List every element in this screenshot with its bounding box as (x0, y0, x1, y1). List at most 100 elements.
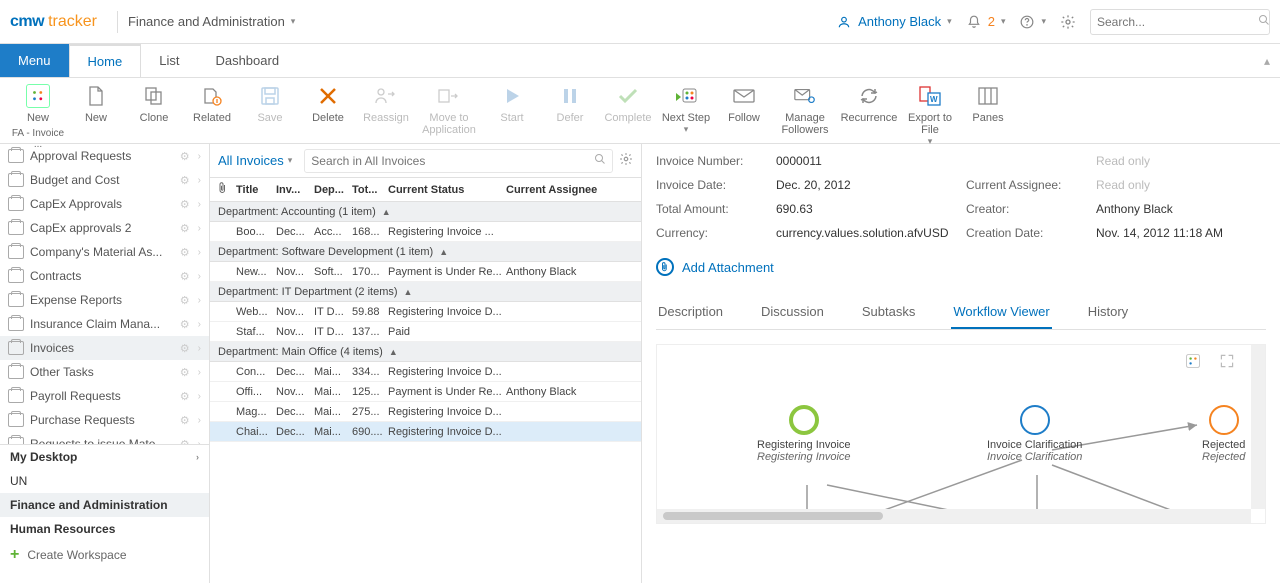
item-gear-icon[interactable]: ⚙ (180, 390, 190, 403)
list-row[interactable]: Staf...Nov...IT D...137...Paid (210, 322, 641, 342)
wf-node-rejected[interactable]: Rejected Rejected (1202, 405, 1245, 463)
panes-button[interactable]: Panes (960, 84, 1016, 124)
sidebar-item[interactable]: Expense Reports⚙› (0, 288, 209, 312)
workspace-un[interactable]: UN (0, 469, 209, 493)
wf-node-clarification[interactable]: Invoice Clarification Invoice Clarificat… (987, 405, 1082, 463)
tab-subtasks[interactable]: Subtasks (860, 296, 917, 329)
workflow-viewer[interactable]: Registering Invoice Registering Invoice … (656, 344, 1266, 524)
list-row[interactable]: New...Nov...Soft...170...Payment is Unde… (210, 262, 641, 282)
search-icon[interactable] (594, 153, 606, 168)
list-row[interactable]: Mag...Dec...Mai...275...Registering Invo… (210, 402, 641, 422)
next-step-button[interactable]: Next Step ▾ (658, 84, 714, 135)
tab-history[interactable]: History (1086, 296, 1130, 329)
expand-ribbon-icon[interactable]: ▴ (1254, 54, 1280, 68)
item-gear-icon[interactable]: ⚙ (180, 150, 190, 163)
complete-button[interactable]: Complete (600, 84, 656, 124)
search-icon[interactable] (1258, 14, 1270, 29)
list-row[interactable]: Web...Nov...IT D...59.88Registering Invo… (210, 302, 641, 322)
collapse-icon[interactable]: ▲ (404, 287, 413, 297)
col-dep[interactable]: Dep... (314, 184, 352, 196)
wf-app-icon[interactable] (1185, 353, 1201, 372)
attach-header-icon[interactable] (218, 182, 236, 197)
workspace-hr[interactable]: Human Resources (0, 517, 209, 541)
wf-scrollbar-h[interactable] (657, 509, 1251, 523)
item-gear-icon[interactable]: ⚙ (180, 222, 190, 235)
collapse-icon[interactable]: ▲ (439, 247, 448, 257)
item-gear-icon[interactable]: ⚙ (180, 198, 190, 211)
help-menu[interactable]: ▾ (1019, 14, 1046, 30)
wf-node-registering[interactable]: Registering Invoice Registering Invoice (757, 405, 851, 463)
new-button[interactable]: New (68, 84, 124, 124)
list-row[interactable]: Boo...Dec...Acc...168...Registering Invo… (210, 222, 641, 242)
list-row[interactable]: Chai...Dec...Mai...690....Registering In… (210, 422, 641, 442)
item-gear-icon[interactable]: ⚙ (180, 414, 190, 427)
sidebar-item[interactable]: Company's Material As...⚙› (0, 240, 209, 264)
tab-discussion[interactable]: Discussion (759, 296, 826, 329)
item-gear-icon[interactable]: ⚙ (180, 294, 190, 307)
new-fa-invoice-button[interactable]: New FA - Invoice ... (10, 84, 66, 150)
col-tot[interactable]: Tot... (352, 184, 388, 196)
col-title[interactable]: Title (236, 184, 276, 196)
move-to-app-button[interactable]: Move to Application (416, 84, 482, 136)
sidebar-item[interactable]: Budget and Cost⚙› (0, 168, 209, 192)
item-gear-icon[interactable]: ⚙ (180, 438, 190, 445)
workspace-finance[interactable]: Finance and Administration (0, 493, 209, 517)
sidebar-item[interactable]: Invoices⚙› (0, 336, 209, 360)
export-button[interactable]: W Export to File ▾ (902, 84, 958, 147)
sidebar-item[interactable]: Insurance Claim Mana...⚙› (0, 312, 209, 336)
item-gear-icon[interactable]: ⚙ (180, 366, 190, 379)
related-button[interactable]: Related (184, 84, 240, 124)
col-status[interactable]: Current Status (388, 184, 506, 196)
group-header[interactable]: Department: Main Office (4 items) ▲ (210, 342, 641, 362)
sidebar-item[interactable]: CapEx approvals 2⚙› (0, 216, 209, 240)
user-menu[interactable]: Anthony Black ▾ (836, 14, 952, 30)
col-inv[interactable]: Inv... (276, 184, 314, 196)
follow-button[interactable]: Follow (716, 84, 772, 124)
group-header[interactable]: Department: IT Department (2 items) ▲ (210, 282, 641, 302)
gear-icon[interactable] (1060, 14, 1076, 30)
menu-button[interactable]: Menu (0, 44, 69, 77)
add-attachment-button[interactable]: Add Attachment (656, 258, 1266, 276)
delete-button[interactable]: Delete (300, 84, 356, 124)
item-gear-icon[interactable]: ⚙ (180, 246, 190, 259)
list-search-input[interactable] (311, 154, 590, 168)
list-settings-icon[interactable] (619, 152, 633, 169)
recurrence-button[interactable]: Recurrence (838, 84, 900, 124)
item-gear-icon[interactable]: ⚙ (180, 270, 190, 283)
tab-list[interactable]: List (141, 44, 197, 77)
list-search[interactable] (304, 149, 613, 173)
wf-fullscreen-icon[interactable] (1219, 353, 1235, 372)
sidebar-item[interactable]: Approval Requests⚙› (0, 144, 209, 168)
reassign-button[interactable]: Reassign (358, 84, 414, 124)
wf-scrollbar-v[interactable] (1251, 345, 1265, 509)
search-input[interactable] (1097, 15, 1252, 29)
item-gear-icon[interactable]: ⚙ (180, 318, 190, 331)
sidebar-item[interactable]: Purchase Requests⚙› (0, 408, 209, 432)
defer-button[interactable]: Defer (542, 84, 598, 124)
item-gear-icon[interactable]: ⚙ (180, 342, 190, 355)
sidebar-item[interactable]: CapEx Approvals⚙› (0, 192, 209, 216)
list-row[interactable]: Offi...Nov...Mai...125...Payment is Unde… (210, 382, 641, 402)
group-header[interactable]: Department: Accounting (1 item) ▲ (210, 202, 641, 222)
col-assignee[interactable]: Current Assignee (506, 184, 633, 196)
tab-dashboard[interactable]: Dashboard (197, 44, 297, 77)
sidebar-item[interactable]: Contracts⚙› (0, 264, 209, 288)
collapse-icon[interactable]: ▲ (389, 347, 398, 357)
group-header[interactable]: Department: Software Development (1 item… (210, 242, 641, 262)
collapse-icon[interactable]: ▲ (382, 207, 391, 217)
start-button[interactable]: Start (484, 84, 540, 124)
breadcrumb[interactable]: Finance and Administration ▾ (128, 14, 295, 29)
item-gear-icon[interactable]: ⚙ (180, 174, 190, 187)
workspace-my-desktop[interactable]: My Desktop › (0, 445, 209, 469)
create-workspace-button[interactable]: + Create Workspace (0, 541, 209, 569)
list-row[interactable]: Con...Dec...Mai...334...Registering Invo… (210, 362, 641, 382)
tab-home[interactable]: Home (69, 44, 142, 77)
sidebar-item[interactable]: Other Tasks⚙› (0, 360, 209, 384)
sidebar-item[interactable]: Requests to issue Mate...⚙› (0, 432, 209, 444)
save-button[interactable]: Save (242, 84, 298, 124)
global-search[interactable] (1090, 9, 1270, 35)
manage-followers-button[interactable]: Manage Followers (774, 84, 836, 136)
view-dropdown[interactable]: All Invoices ▾ (218, 153, 292, 168)
sidebar-item[interactable]: Payroll Requests⚙› (0, 384, 209, 408)
clone-button[interactable]: Clone (126, 84, 182, 124)
